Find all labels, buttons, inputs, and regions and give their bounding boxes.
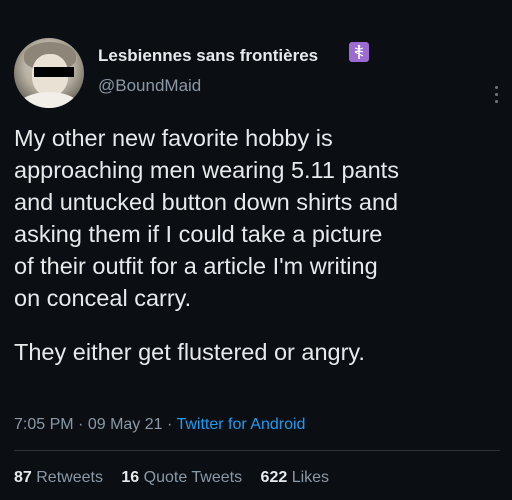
likes-label: Likes: [291, 469, 330, 486]
quote-tweets-label: Quote Tweets: [143, 469, 243, 486]
tweet-text-paragraph-2: They either get flustered or angry.: [14, 339, 365, 365]
meta-separator: ·: [167, 416, 173, 433]
retweets-label: Retweets: [36, 469, 103, 486]
tweet-source-link[interactable]: Twitter for Android: [176, 416, 305, 433]
handle[interactable]: @BoundMaid: [98, 76, 201, 96]
retweets-count: 87: [14, 469, 32, 486]
avatar-censor-bar: [34, 67, 74, 77]
caduceus-icon: [349, 42, 369, 62]
engagement-stats: 87 Retweets 16 Quote Tweets 622 Likes: [14, 469, 343, 487]
tweet-text: My other new favorite hobby is approachi…: [14, 122, 500, 368]
quote-tweets-stat[interactable]: 16 Quote Tweets: [121, 469, 242, 486]
tweet-date[interactable]: 09 May 21: [88, 416, 163, 433]
display-name[interactable]: Lesbiennes sans frontières: [98, 46, 318, 66]
tweet-header: Lesbiennes sans frontières @BoundMaid: [14, 38, 498, 108]
avatar[interactable]: [14, 38, 84, 108]
divider: [14, 450, 500, 451]
tweet-time[interactable]: 7:05 PM: [14, 416, 74, 433]
more-options-icon[interactable]: [494, 86, 500, 108]
likes-stat[interactable]: 622 Likes: [261, 469, 330, 486]
avatar-shoulder: [18, 92, 80, 108]
quote-tweets-count: 16: [121, 469, 140, 486]
tweet-metadata: 7:05 PM · 09 May 21 · Twitter for Androi…: [14, 416, 305, 434]
tweet: Lesbiennes sans frontières @BoundMaid My…: [0, 0, 512, 500]
retweets-stat[interactable]: 87 Retweets: [14, 469, 103, 486]
meta-separator: ·: [78, 416, 84, 433]
tweet-text-paragraph-1: My other new favorite hobby is approachi…: [14, 125, 399, 311]
likes-count: 622: [260, 469, 288, 486]
